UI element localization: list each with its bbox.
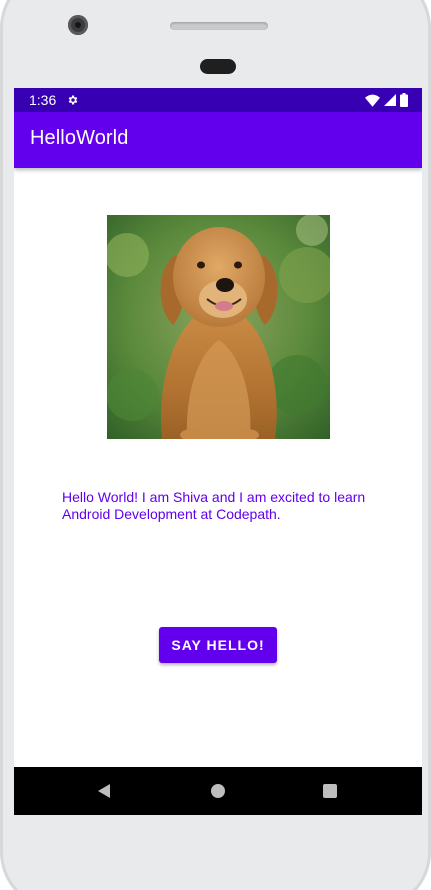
recents-icon[interactable] bbox=[323, 784, 337, 798]
status-bar: 1:36 bbox=[14, 88, 422, 112]
intro-text: Hello World! I am Shiva and I am excited… bbox=[62, 489, 366, 522]
say-hello-button[interactable]: SAY HELLO! bbox=[159, 627, 277, 663]
dog-photo-image bbox=[107, 215, 330, 439]
signal-icon bbox=[384, 94, 396, 106]
gear-icon bbox=[68, 95, 78, 105]
front-camera bbox=[68, 15, 88, 35]
earpiece-speaker bbox=[170, 22, 268, 30]
proximity-sensor bbox=[200, 59, 236, 74]
navigation-bar bbox=[14, 767, 422, 815]
wifi-icon bbox=[365, 94, 380, 107]
screen: 1:36 HelloWorld Hello World! I am Shiva … bbox=[14, 88, 422, 815]
app-bar: HelloWorld bbox=[14, 112, 422, 168]
app-title: HelloWorld bbox=[30, 127, 129, 149]
home-icon[interactable] bbox=[211, 784, 225, 798]
status-time: 1:36 bbox=[29, 92, 57, 108]
device-frame: 1:36 HelloWorld Hello World! I am Shiva … bbox=[0, 0, 431, 890]
status-icons bbox=[365, 93, 408, 107]
main-content: Hello World! I am Shiva and I am excited… bbox=[14, 168, 422, 767]
back-icon[interactable] bbox=[96, 783, 112, 799]
battery-icon bbox=[400, 93, 408, 107]
dog-photo bbox=[107, 215, 330, 439]
